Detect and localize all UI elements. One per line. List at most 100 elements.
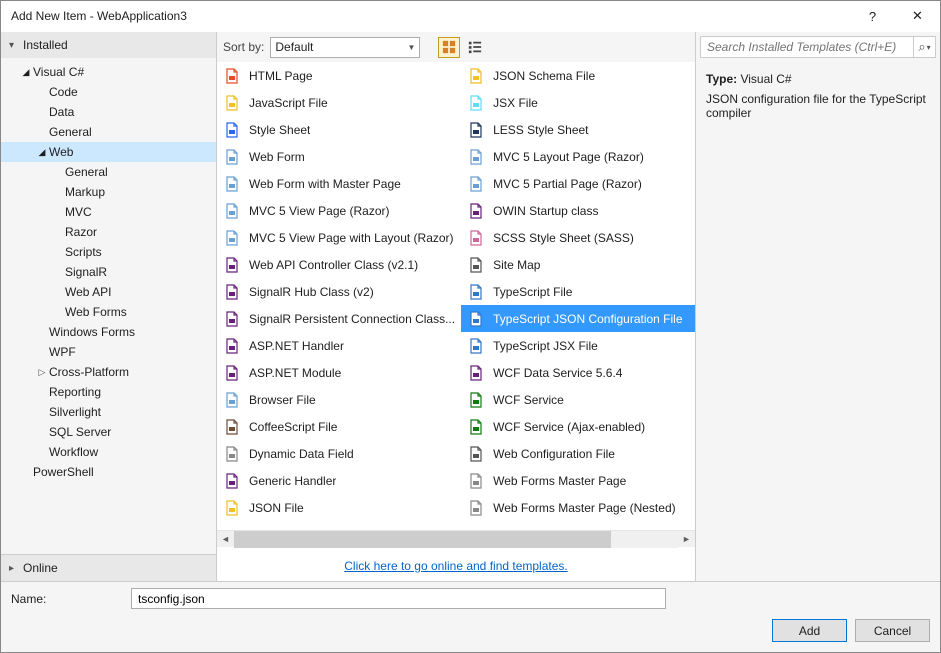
tree-item-label: General [49,125,92,139]
add-button[interactable]: Add [772,619,847,642]
scroll-right-arrow[interactable]: ► [678,531,695,548]
tree-item-web[interactable]: ◢Web [1,142,216,162]
tree-item-markup[interactable]: Markup [1,182,216,202]
tree-item-web-api[interactable]: Web API [1,282,216,302]
template-item[interactable]: ASP.NET Handler [217,332,461,359]
online-label: Online [23,561,58,575]
template-item[interactable]: Web Forms Master Page (Nested) [461,494,695,521]
sortby-dropdown[interactable]: Default ▼ [270,37,420,58]
scroll-left-arrow[interactable]: ◄ [217,531,234,548]
template-item[interactable]: SCSS Style Sheet (SASS) [461,224,695,251]
file-icon [467,364,485,382]
template-item[interactable]: JSON Schema File [461,62,695,89]
template-item[interactable]: MVC 5 Layout Page (Razor) [461,143,695,170]
tree-item-general[interactable]: General [1,162,216,182]
tree-item-signalr[interactable]: SignalR [1,262,216,282]
tree-item-label: Razor [65,225,97,239]
template-item[interactable]: Browser File [217,386,461,413]
tree-item-scripts[interactable]: Scripts [1,242,216,262]
template-label: Web Forms Master Page (Nested) [493,501,676,515]
template-item[interactable]: Generic Handler [217,467,461,494]
tree-item-mvc[interactable]: MVC [1,202,216,222]
template-item[interactable]: Web Form with Master Page [217,170,461,197]
tree-item-code[interactable]: Code [1,82,216,102]
file-icon [223,229,241,247]
template-item[interactable]: WCF Service (Ajax-enabled) [461,413,695,440]
file-icon [223,337,241,355]
file-icon [223,202,241,220]
template-item[interactable]: Dynamic Data Field [217,440,461,467]
search-box: ⌕ ▾ [696,32,940,62]
scroll-thumb[interactable] [234,531,611,548]
template-label: SignalR Hub Class (v2) [249,285,374,299]
online-templates-link[interactable]: Click here to go online and find templat… [344,559,567,573]
template-item[interactable]: TypeScript JSON Configuration File [461,305,695,332]
tree-item-powershell[interactable]: PowerShell [1,462,216,482]
tree-item-razor[interactable]: Razor [1,222,216,242]
tree-item-label: Markup [65,185,105,199]
template-item[interactable]: Web Forms Master Page [461,467,695,494]
name-input[interactable] [131,588,666,609]
template-item[interactable]: WCF Data Service 5.6.4 [461,359,695,386]
template-item[interactable]: ASP.NET Module [217,359,461,386]
template-item[interactable]: HTML Page [217,62,461,89]
template-item[interactable]: TypeScript File [461,278,695,305]
tree-item-data[interactable]: Data [1,102,216,122]
medium-icons-view-button[interactable] [438,37,460,58]
file-icon [223,499,241,517]
template-item[interactable]: WCF Service [461,386,695,413]
template-item[interactable]: Style Sheet [217,116,461,143]
template-item[interactable]: CoffeeScript File [217,413,461,440]
tree-item-label: Silverlight [49,405,101,419]
file-icon [467,148,485,166]
small-icons-view-button[interactable] [464,37,486,58]
tree-item-label: Data [49,105,74,119]
tree-item-reporting[interactable]: Reporting [1,382,216,402]
tree-item-silverlight[interactable]: Silverlight [1,402,216,422]
left-pane: ▾ Installed ◢Visual C#Code Data General ◢We… [1,32,217,581]
tree-item-label: Workflow [49,445,98,459]
cancel-button[interactable]: Cancel [855,619,930,642]
template-item[interactable]: SignalR Persistent Connection Class... [217,305,461,332]
tree-item-web-forms[interactable]: Web Forms [1,302,216,322]
horizontal-scrollbar[interactable]: ◄ ► [217,530,695,547]
file-icon [467,94,485,112]
right-pane: ⌕ ▾ Type: Visual C# JSON configuration f… [695,32,940,581]
template-item[interactable]: Web Form [217,143,461,170]
tree-item-wpf[interactable]: WPF [1,342,216,362]
online-header[interactable]: ▸ Online [1,555,216,581]
type-label: Type: [706,72,737,86]
help-button[interactable]: ? [850,1,895,31]
file-icon [467,391,485,409]
template-item[interactable]: LESS Style Sheet [461,116,695,143]
template-item[interactable]: JSX File [461,89,695,116]
tree-item-label: Scripts [65,245,102,259]
template-label: OWIN Startup class [493,204,598,218]
template-item[interactable]: OWIN Startup class [461,197,695,224]
template-item[interactable]: Web API Controller Class (v2.1) [217,251,461,278]
tree-item-sql-server[interactable]: SQL Server [1,422,216,442]
template-item[interactable]: Site Map [461,251,695,278]
template-item[interactable]: MVC 5 View Page with Layout (Razor) [217,224,461,251]
file-icon [223,175,241,193]
close-button[interactable]: ✕ [895,1,940,31]
template-item[interactable]: TypeScript JSX File [461,332,695,359]
search-button[interactable]: ⌕ ▾ [914,36,936,58]
template-item[interactable]: JSON File [217,494,461,521]
template-item[interactable]: JavaScript File [217,89,461,116]
installed-header[interactable]: ▾ Installed [1,32,216,58]
tree-item-windows-forms[interactable]: Windows Forms [1,322,216,342]
tree-item-workflow[interactable]: Workflow [1,442,216,462]
tree-item-visual-c-[interactable]: ◢Visual C# [1,62,216,82]
tree-item-cross-platform[interactable]: ▷Cross-Platform [1,362,216,382]
template-item[interactable]: SignalR Hub Class (v2) [217,278,461,305]
template-item[interactable]: Web Configuration File [461,440,695,467]
name-label: Name: [11,592,121,606]
tree-item-label: General [65,165,108,179]
search-input[interactable] [700,36,914,58]
template-label: SignalR Persistent Connection Class... [249,312,455,326]
tree-item-general[interactable]: General [1,122,216,142]
template-label: WCF Service [493,393,564,407]
template-item[interactable]: MVC 5 Partial Page (Razor) [461,170,695,197]
template-item[interactable]: MVC 5 View Page (Razor) [217,197,461,224]
